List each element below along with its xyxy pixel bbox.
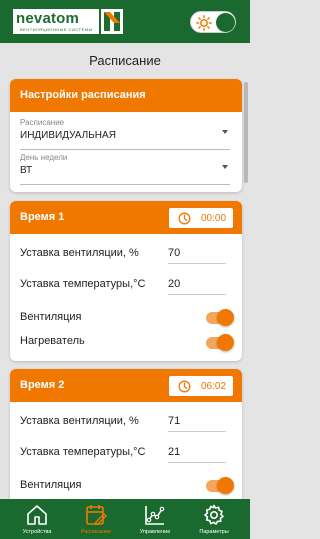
ventilation-toggle[interactable]: [206, 477, 234, 494]
sun-icon: [196, 15, 212, 31]
nav-label: Параметры: [199, 529, 229, 535]
time-value: 06:02: [201, 381, 227, 392]
temp-setpoint-input[interactable]: 20: [168, 278, 226, 295]
card-title: Настройки расписания: [20, 89, 146, 101]
time-picker-button[interactable]: 00:00: [168, 207, 234, 229]
chevron-down-icon: [222, 165, 228, 169]
nav-control[interactable]: Управление: [126, 499, 184, 539]
toggle-knob: [217, 334, 234, 351]
temp-setpoint-input[interactable]: 21: [168, 446, 226, 463]
theme-toggle[interactable]: [190, 11, 236, 33]
chart-icon: [145, 506, 165, 525]
gear-icon: [204, 504, 224, 525]
heater-toggle[interactable]: [206, 334, 234, 351]
vent-setpoint-input[interactable]: 71: [168, 415, 226, 432]
vent-setpoint-label: Уставка вентиляции, %: [20, 415, 139, 427]
bottom-nav: Устройства Расписание Управление Парамет…: [0, 499, 250, 539]
nav-devices[interactable]: Устройства: [8, 499, 66, 539]
ventilation-toggle[interactable]: [206, 309, 234, 326]
nav-schedule[interactable]: Расписание: [67, 499, 125, 539]
time-value: 00:00: [201, 213, 227, 224]
nav-parameters[interactable]: Параметры: [185, 499, 243, 539]
ventilation-label: Вентиляция: [20, 479, 82, 491]
home-icon: [27, 505, 47, 525]
logo-text: nevatom: [16, 10, 80, 27]
card-title: Время 2: [20, 379, 65, 391]
nav-label: Управление: [139, 529, 171, 535]
temp-setpoint-label: Уставка температуры,°С: [20, 278, 146, 290]
toggle-knob: [217, 477, 234, 494]
schedule-icon: [86, 505, 107, 526]
select-label: День недели: [20, 153, 68, 162]
card-header: Время 2 06:02: [10, 369, 242, 402]
nav-label: Расписание: [80, 529, 112, 535]
clock-icon: [178, 380, 191, 393]
schedule-select[interactable]: Расписание ИНДИВИДУАЛЬНАЯ: [20, 118, 230, 150]
card-title: Время 1: [20, 211, 65, 223]
card-header: Настройки расписания: [10, 79, 242, 112]
logo-mark-icon: [101, 9, 123, 34]
vent-setpoint-input[interactable]: 70: [168, 247, 226, 264]
select-value: ВТ: [20, 165, 33, 176]
ventilation-label: Вентиляция: [20, 311, 82, 323]
schedule-settings-card: Настройки расписания Расписание ИНДИВИДУ…: [10, 79, 242, 192]
clock-icon: [178, 212, 191, 225]
logo-subtitle: ВЕНТИЛЯЦИОННЫЕ СИСТЕМЫ: [20, 27, 93, 32]
vent-setpoint-label: Уставка вентиляции, %: [20, 247, 139, 259]
scrollbar[interactable]: [244, 82, 248, 183]
time-card-1: Время 1 00:00 Уставка вентиляции, % 70 У…: [10, 201, 242, 361]
logo: nevatom ВЕНТИЛЯЦИОННЫЕ СИСТЕМЫ: [13, 9, 99, 34]
nav-label: Устройства: [22, 529, 52, 535]
page-title: Расписание: [89, 53, 161, 68]
weekday-select[interactable]: День недели ВТ: [20, 153, 230, 185]
temp-setpoint-label: Уставка температуры,°С: [20, 446, 146, 458]
heater-label: Нагреватель: [20, 335, 85, 347]
chevron-down-icon: [222, 130, 228, 134]
time-card-2: Время 2 06:02 Уставка вентиляции, % 71 У…: [10, 369, 242, 509]
toggle-knob: [217, 309, 234, 326]
app-header: nevatom ВЕНТИЛЯЦИОННЫЕ СИСТЕМЫ: [0, 0, 250, 43]
select-label: Расписание: [20, 118, 65, 127]
time-picker-button[interactable]: 06:02: [168, 375, 234, 397]
card-header: Время 1 00:00: [10, 201, 242, 234]
select-value: ИНДИВИДУАЛЬНАЯ: [20, 130, 116, 141]
theme-toggle-knob: [216, 13, 235, 32]
